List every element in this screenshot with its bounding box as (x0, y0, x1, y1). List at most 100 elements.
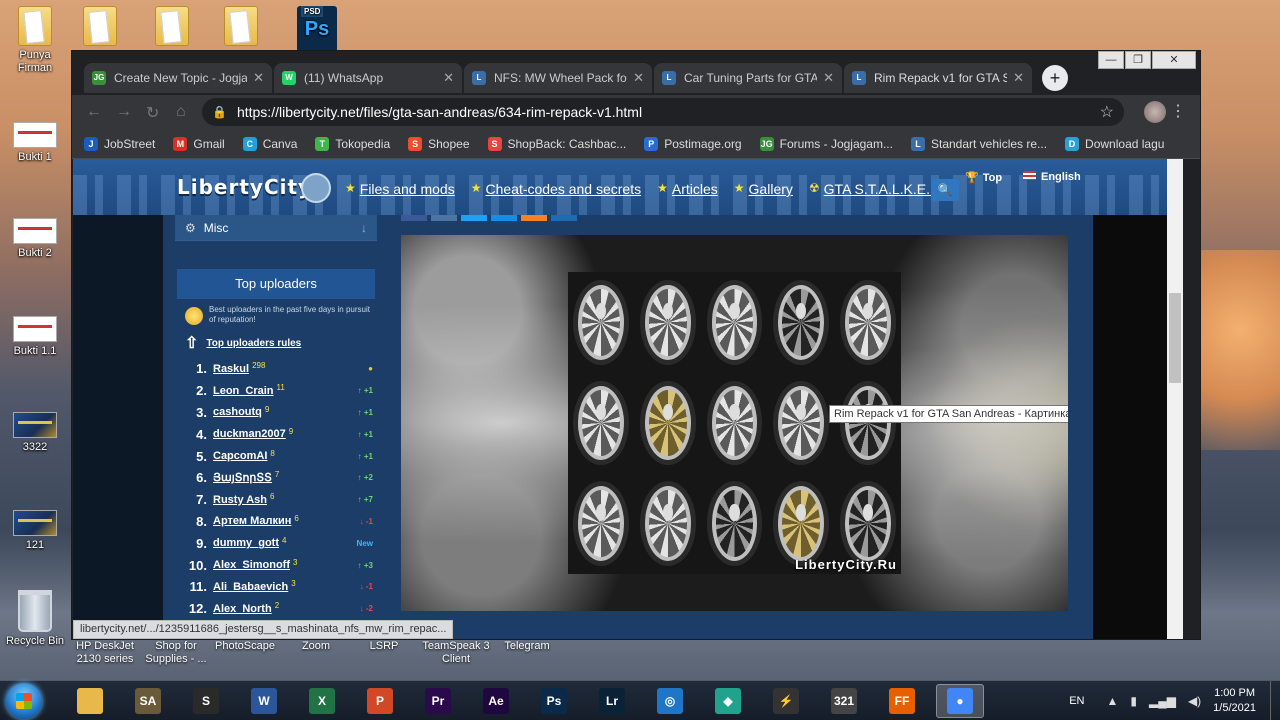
sidebar-item-misc[interactable]: ⚙ Misc ↓ (175, 215, 377, 241)
desktop-folder-icon[interactable] (137, 6, 207, 49)
desktop-icon-bukti-1[interactable]: Bukti 1 (0, 122, 70, 164)
bookmark-item[interactable]: C Canva (242, 136, 297, 151)
close-tab-icon[interactable]: ✕ (633, 70, 644, 86)
browser-tab[interactable]: W (11) WhatsApp ✕ (274, 63, 462, 93)
url-text[interactable]: https://libertycity.net/files/gta-san-an… (237, 104, 642, 120)
uploader-name[interactable]: Alex_Simonoff (213, 559, 290, 571)
desktop-shortcut-label[interactable]: TeamSpeak 3 Client (416, 640, 496, 666)
taskbar-app-word[interactable]: W (240, 684, 288, 718)
taskbar-app-filmora[interactable]: ◆ (704, 684, 752, 718)
forward-icon[interactable]: → (116, 103, 132, 121)
page-scrollbar[interactable] (1167, 159, 1183, 639)
uploader-name[interactable]: dummy_gott (213, 537, 279, 549)
desktop-shortcut-label[interactable]: LSRP (344, 640, 424, 653)
uploader-name[interactable]: CapcomAI (213, 450, 267, 462)
language-link[interactable]: English (1023, 171, 1081, 183)
desktop-shortcut-label[interactable]: PhotoScape (205, 640, 285, 653)
desktop-shortcut-label[interactable]: Shop for Supplies - ... (136, 640, 216, 666)
taskbar-app-after-effects[interactable]: Ae (472, 684, 520, 718)
site-nav-link[interactable]: Articles (672, 181, 718, 197)
uploader-name[interactable]: duckman2007 (213, 428, 286, 440)
desktop-shortcut-label[interactable]: Telegram (487, 640, 567, 653)
browser-tab[interactable]: L Car Tuning Parts for GTA ✕ (654, 63, 842, 93)
show-desktop-button[interactable] (1270, 681, 1280, 720)
menu-kebab-icon[interactable]: ⋮ (1170, 101, 1186, 121)
uploader-name[interactable]: Raskul (213, 363, 249, 375)
top-uploaders-rules-link[interactable]: ⇧ Top uploaders rules (185, 333, 301, 353)
new-tab-button[interactable]: + (1042, 65, 1068, 91)
uploader-name[interactable]: ՅայՏորՏՏ (213, 471, 272, 484)
battery-icon[interactable]: ▮ (1130, 694, 1137, 708)
language-indicator[interactable]: EN (1069, 695, 1084, 707)
bookmark-item[interactable]: S Shopee (408, 136, 470, 151)
show-hidden-icons-icon[interactable]: ▲ (1106, 694, 1118, 708)
browser-tab[interactable]: L NFS: MW Wheel Pack for G ✕ (464, 63, 652, 93)
site-nav-link[interactable]: Files and mods (360, 181, 455, 197)
site-nav-link[interactable]: Cheat-codes and secrets (485, 181, 641, 197)
uploader-name[interactable]: Alex_North (213, 603, 272, 615)
bookmark-item[interactable]: L Standart vehicles re... (910, 136, 1047, 151)
scrollbar-thumb[interactable] (1169, 293, 1181, 383)
site-nav-link[interactable]: GTA S.T.A.L.K.E.R. (824, 181, 944, 197)
desktop-folder-icon[interactable] (65, 6, 135, 49)
bookmark-item[interactable]: P Postimage.org (644, 136, 742, 151)
taskbar-app-steam[interactable]: S (182, 684, 230, 718)
taskbar-app-firefox[interactable]: FF (878, 684, 926, 718)
browser-tab[interactable]: L Rim Repack v1 for GTA Sa ✕ (844, 63, 1032, 93)
desktop-psd-icon[interactable]: PSD Ps (282, 6, 352, 55)
bookmark-item[interactable]: J JobStreet (84, 136, 155, 151)
bookmark-item[interactable]: M Gmail (173, 136, 225, 151)
uploader-name[interactable]: Rusty Ash (213, 494, 267, 506)
site-logo[interactable]: LibertyCity (177, 175, 312, 199)
share-button[interactable] (401, 215, 427, 221)
reload-icon[interactable]: ↻ (146, 103, 159, 123)
bookmark-item[interactable]: JG Forums - Jogjagam... (759, 136, 893, 151)
share-button[interactable] (431, 215, 457, 221)
maximize-button[interactable]: ❐ (1125, 51, 1151, 69)
share-button[interactable] (551, 215, 577, 221)
image-gallery[interactable]: LibertyCity.Ru Rim Repack v1 for GTA San… (401, 235, 1068, 611)
start-button[interactable] (6, 683, 42, 719)
search-button[interactable]: 🔍 (931, 179, 959, 201)
close-button[interactable]: ✕ (1152, 51, 1196, 69)
desktop-shortcut-label[interactable]: HP DeskJet 2130 series (65, 640, 145, 666)
volume-icon[interactable]: ◀) (1188, 694, 1201, 708)
taskbar-app-gta-sa[interactable]: SA (124, 684, 172, 718)
desktop-icon-bukti-2[interactable]: Bukti 2 (0, 218, 70, 260)
bookmark-star-icon[interactable]: ☆ (1100, 102, 1114, 122)
back-icon[interactable]: ← (86, 103, 102, 121)
taskbar-app-app-circle[interactable]: ◎ (646, 684, 694, 718)
share-button[interactable] (461, 215, 487, 221)
taskbar-app-excel[interactable]: X (298, 684, 346, 718)
address-bar[interactable]: 🔒 https://libertycity.net/files/gta-san-… (202, 98, 1124, 126)
browser-tab[interactable]: JG Create New Topic - Jogjag ✕ (84, 63, 272, 93)
bookmark-item[interactable]: S ShopBack: Cashbac... (487, 136, 626, 151)
desktop-folder-icon[interactable] (206, 6, 276, 49)
taskbar-app-chrome[interactable]: ● (936, 684, 984, 718)
user-avatar[interactable] (301, 173, 331, 203)
desktop-icon-punya-firman[interactable]: Punya Firman (0, 6, 70, 75)
share-button[interactable] (491, 215, 517, 221)
taskbar-app-photoshop[interactable]: Ps (530, 684, 578, 718)
taskbar-app-explorer[interactable] (66, 684, 114, 718)
home-icon[interactable]: ⌂ (176, 103, 186, 121)
desktop-icon-bukti-1-1[interactable]: Bukti 1.1 (0, 316, 70, 358)
close-tab-icon[interactable]: ✕ (823, 70, 834, 86)
taskbar-app-powerpoint[interactable]: P (356, 684, 404, 718)
bookmark-item[interactable]: D Download lagu (1065, 136, 1164, 151)
close-tab-icon[interactable]: ✕ (443, 70, 454, 86)
taskbar-app-lightroom[interactable]: Lr (588, 684, 636, 718)
bookmark-item[interactable]: T Tokopedia (315, 136, 390, 151)
taskbar-app-flash[interactable]: ⚡ (762, 684, 810, 718)
desktop-icon-121[interactable]: 121 (0, 510, 70, 552)
minimize-button[interactable]: — (1098, 51, 1124, 69)
uploader-name[interactable]: Leon_Crain (213, 385, 274, 397)
taskbar-app-clapper[interactable]: 321 (820, 684, 868, 718)
desktop-icon-3322[interactable]: 3322 (0, 412, 70, 454)
uploader-name[interactable]: Ali_Babaevich (213, 581, 288, 593)
uploader-name[interactable]: Артем Малкин (213, 515, 291, 527)
close-tab-icon[interactable]: ✕ (253, 70, 264, 86)
network-icon[interactable]: ▂▄▆ (1149, 694, 1176, 708)
uploader-name[interactable]: cashoutq (213, 406, 262, 418)
share-button[interactable] (521, 215, 547, 221)
